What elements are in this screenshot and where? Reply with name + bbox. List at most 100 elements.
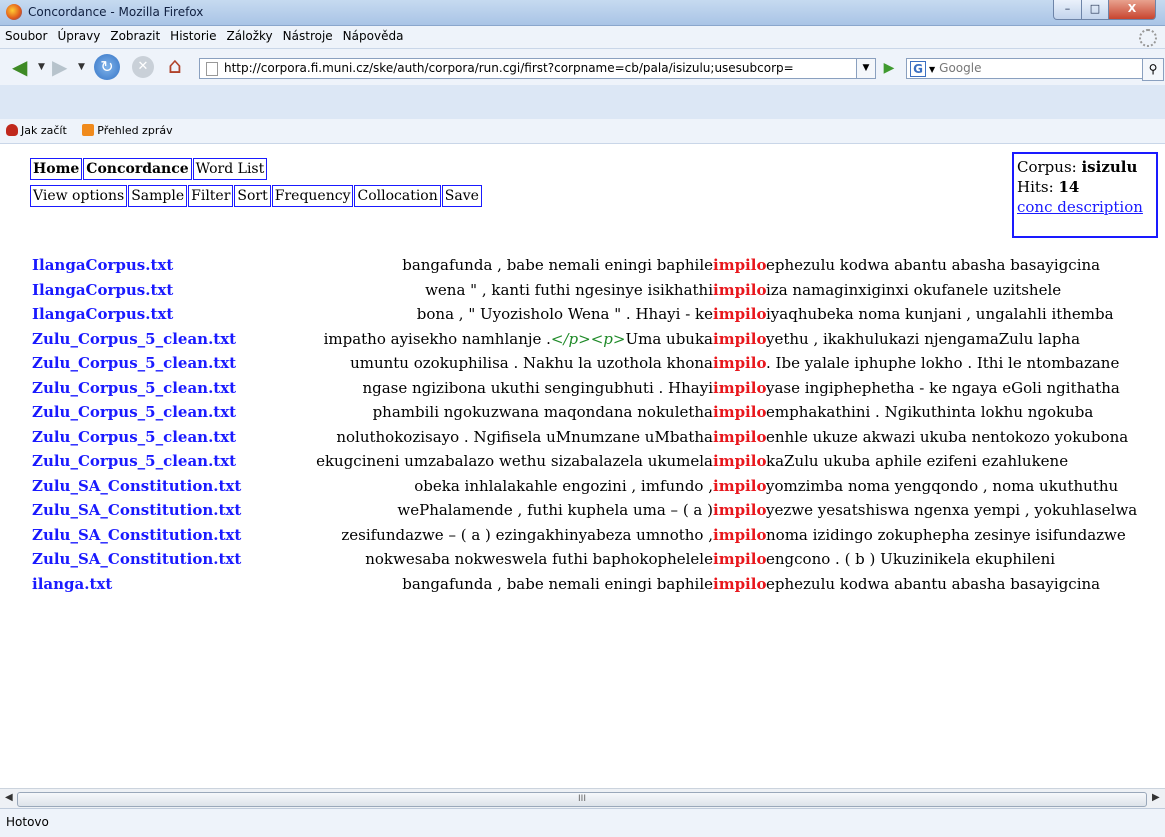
- left-context: nokwesaba nokweswela futhi baphokophelel…: [365, 550, 713, 568]
- document-link[interactable]: Zulu_SA_Constitution.txt: [32, 526, 241, 544]
- bookmark-label: Přehled zpráv: [97, 124, 173, 137]
- concordance-row: IlangaCorpus.txt bona , " Uyozisholo Wena…: [0, 305, 1165, 330]
- left-context: impatho ayisekho namhlanje .</p><p>Uma u…: [324, 330, 713, 348]
- window-title: Concordance - Mozilla Firefox: [28, 5, 204, 19]
- keyword-match[interactable]: impilo: [713, 575, 766, 593]
- left-context: ngase ngizibona ukuthi sengingubhuti . H…: [362, 378, 713, 397]
- corpus-label: Corpus:: [1017, 158, 1077, 176]
- search-icon[interactable]: ⚲: [1142, 58, 1164, 81]
- page-icon: [206, 62, 218, 76]
- menu-historie[interactable]: Historie: [165, 26, 221, 43]
- back-arrow-icon[interactable]: ◀: [12, 55, 27, 79]
- menu-soubor[interactable]: Soubor: [0, 26, 52, 43]
- document-link[interactable]: Zulu_Corpus_5_clean.txt: [32, 379, 236, 397]
- right-context: yomzimba noma yengqondo , noma ukuthuthu: [766, 476, 1119, 495]
- tab-view-options[interactable]: View options: [30, 185, 128, 207]
- menu-upravy[interactable]: Úpravy: [52, 26, 105, 43]
- tab-filter[interactable]: Filter: [188, 185, 234, 207]
- search-input[interactable]: G ▼ Google: [906, 58, 1144, 79]
- horizontal-scrollbar[interactable]: ◀ III ▶: [0, 788, 1165, 809]
- bookmark-jak-zacit[interactable]: Jak začít: [0, 119, 73, 137]
- reload-icon[interactable]: ↻: [94, 54, 120, 80]
- menu-zalozky[interactable]: Záložky: [221, 26, 277, 43]
- concordance-row: Zulu_Corpus_5_clean.txt phambili ngokuzwa…: [0, 403, 1165, 428]
- keyword-match[interactable]: impilo: [713, 379, 766, 397]
- document-link[interactable]: Zulu_SA_Constitution.txt: [32, 501, 241, 519]
- keyword-match[interactable]: impilo: [713, 501, 766, 519]
- keyword-match[interactable]: impilo: [713, 330, 766, 348]
- keyword-match[interactable]: impilo: [713, 526, 766, 544]
- right-context: kaZulu ukuba aphile ezifeni ezahlukene: [766, 452, 1069, 470]
- concordance-row: Zulu_Corpus_5_clean.txt umuntu ozokuphili…: [0, 354, 1165, 379]
- forward-history-dropdown-icon[interactable]: ▼: [78, 55, 85, 79]
- keyword-match[interactable]: impilo: [713, 403, 766, 421]
- scroll-right-icon[interactable]: ▶: [1152, 792, 1160, 803]
- document-link[interactable]: IlangaCorpus.txt: [32, 305, 173, 323]
- back-history-dropdown-icon[interactable]: ▼: [38, 55, 45, 79]
- left-context: noluthokozisayo . Ngifisela uMnumzane uM…: [336, 427, 713, 446]
- minimize-button[interactable]: –: [1053, 0, 1082, 20]
- tab-save[interactable]: Save: [441, 185, 482, 207]
- document-link[interactable]: Zulu_SA_Constitution.txt: [32, 550, 241, 568]
- keyword-match[interactable]: impilo: [713, 550, 766, 568]
- status-bar: Hotovo: [0, 808, 1165, 837]
- keyword-match[interactable]: impilo: [713, 477, 766, 495]
- document-link[interactable]: IlangaCorpus.txt: [32, 256, 173, 274]
- document-link[interactable]: Zulu_Corpus_5_clean.txt: [32, 403, 236, 421]
- bookmark-prehled-zprav[interactable]: Přehled zpráv: [76, 119, 178, 137]
- concordance-row: Zulu_SA_Constitution.txt zesifundazwe – (…: [0, 526, 1165, 551]
- scroll-left-icon[interactable]: ◀: [5, 792, 13, 803]
- main-tabs: Home Concordance Word List View options Sam…: [30, 158, 483, 207]
- engine-dropdown-icon[interactable]: ▼: [929, 65, 935, 74]
- tab-word-list[interactable]: Word List: [192, 158, 268, 180]
- keyword-match[interactable]: impilo: [713, 354, 766, 372]
- conc-description-link[interactable]: conc description: [1017, 198, 1143, 216]
- left-context: zesifundazwe – ( a ) ezingakhinyabeza um…: [341, 525, 713, 544]
- left-context: bangafunda , babe nemali eningi baphile: [402, 256, 713, 274]
- url-input[interactable]: http://corpora.fi.muni.cz/ske/auth/corpo…: [199, 58, 858, 79]
- keyword-match[interactable]: impilo: [713, 281, 766, 299]
- concordance-lines: IlangaCorpus.txt bangafunda , babe nemali…: [0, 256, 1165, 599]
- document-link[interactable]: Zulu_Corpus_5_clean.txt: [32, 428, 236, 446]
- right-context: enhle ukuze akwazi ukuba nentokozo yokub…: [766, 427, 1129, 446]
- left-context: phambili ngokuzwana maqondana nokuletha: [372, 403, 713, 421]
- document-link[interactable]: Zulu_Corpus_5_clean.txt: [32, 330, 236, 348]
- go-icon[interactable]: ▶: [879, 58, 899, 79]
- menu-napoveda[interactable]: Nápověda: [338, 26, 409, 43]
- right-context: yethu , ikakhulukazi njengamaZulu lapha: [766, 329, 1081, 348]
- keyword-match[interactable]: impilo: [713, 305, 766, 323]
- maximize-button[interactable]: □: [1081, 0, 1109, 20]
- right-context: engcono . ( b ) Ukuzinikela ekuphileni: [766, 550, 1056, 568]
- keyword-match[interactable]: impilo: [713, 452, 766, 470]
- concordance-row: Zulu_SA_Constitution.txt wePhalamende , f…: [0, 501, 1165, 526]
- tab-sort[interactable]: Sort: [234, 185, 271, 207]
- tab-frequency[interactable]: Frequency: [271, 185, 354, 207]
- document-link[interactable]: IlangaCorpus.txt: [32, 281, 173, 299]
- keyword-match[interactable]: impilo: [713, 428, 766, 446]
- menu-nastroje[interactable]: Nástroje: [278, 26, 338, 43]
- firefox-icon: [6, 4, 22, 20]
- scrollbar-thumb[interactable]: III: [17, 792, 1147, 807]
- document-link[interactable]: Zulu_SA_Constitution.txt: [32, 477, 241, 495]
- keyword-match[interactable]: impilo: [713, 256, 766, 274]
- bookmark-label: Jak začít: [21, 124, 67, 137]
- tab-sample[interactable]: Sample: [128, 185, 188, 207]
- title-bar: Concordance - Mozilla Firefox – □ X: [0, 0, 1165, 26]
- concordance-row: Zulu_Corpus_5_clean.txt noluthokozisayo .…: [0, 428, 1165, 453]
- tab-home[interactable]: Home: [30, 158, 83, 180]
- corpus-info-box: Corpus: isizulu Hits: 14 conc descriptio…: [1012, 152, 1158, 238]
- close-button[interactable]: X: [1108, 0, 1156, 20]
- home-icon[interactable]: ⌂: [168, 55, 182, 79]
- tab-concordance[interactable]: Concordance: [83, 158, 192, 180]
- document-link[interactable]: ilanga.txt: [32, 575, 112, 593]
- left-context-part: Uma ubuka: [625, 329, 713, 348]
- tab-collocation[interactable]: Collocation: [354, 185, 441, 207]
- menu-zobrazit[interactable]: Zobrazit: [105, 26, 165, 43]
- status-text: Hotovo: [6, 815, 49, 829]
- google-engine-icon[interactable]: G: [910, 61, 926, 77]
- document-link[interactable]: Zulu_Corpus_5_clean.txt: [32, 452, 236, 470]
- forward-arrow-icon[interactable]: ▶: [52, 55, 67, 79]
- url-dropdown-icon[interactable]: ▼: [856, 58, 876, 79]
- stop-icon[interactable]: ✕: [132, 56, 154, 78]
- document-link[interactable]: Zulu_Corpus_5_clean.txt: [32, 354, 236, 372]
